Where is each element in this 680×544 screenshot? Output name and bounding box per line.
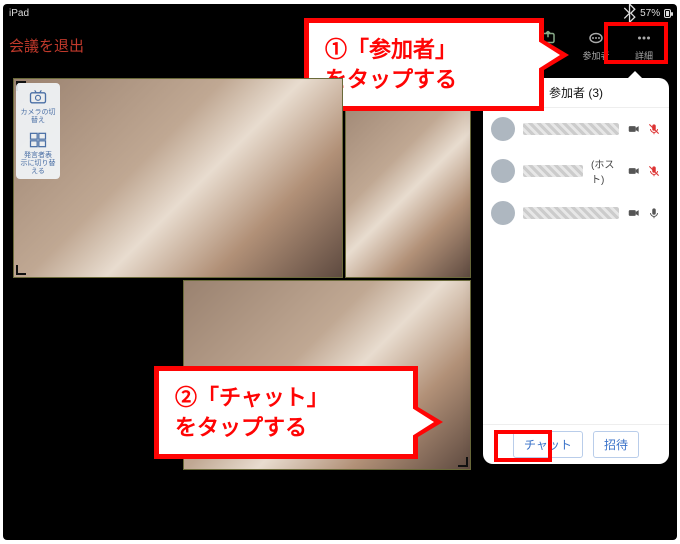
battery-icon	[664, 9, 671, 18]
participants-panel: 参加者 (3) (ホスト)	[483, 78, 669, 464]
battery-pct: 57%	[640, 8, 660, 19]
video-side-controls: カメラの切替え 発言者表 示に切り替える	[16, 83, 60, 179]
participants-icon	[586, 29, 606, 47]
bluetooth-icon	[623, 4, 636, 22]
mic-on-icon	[647, 206, 661, 220]
callout-2-line-1: ②「チャット」	[175, 383, 397, 413]
video-tile-main[interactable]: カメラの切替え 発言者表 示に切り替える	[13, 78, 343, 278]
participant-name-redacted	[523, 207, 619, 219]
callout-1-line-1: ①「参加者」	[325, 35, 523, 65]
ipad-screen: iPad 57% 会議を退出 共有 参加者	[3, 4, 677, 540]
annotated-screenshot: iPad 57% 会議を退出 共有 参加者	[0, 0, 680, 544]
host-tag: (ホスト)	[591, 156, 619, 186]
switch-camera-button[interactable]: カメラの切替え	[18, 87, 58, 124]
speaker-view-icon	[28, 130, 48, 150]
speaker-view-label: 発言者表 示に切り替える	[18, 152, 58, 175]
annotation-callout-2: ②「チャット」 をタップする	[154, 366, 418, 459]
switch-camera-label: カメラの切替え	[18, 109, 58, 124]
participant-name-redacted	[523, 165, 583, 177]
participants-list: (ホスト)	[483, 108, 669, 424]
switch-camera-icon	[28, 87, 48, 107]
avatar	[491, 159, 515, 183]
focus-bracket	[16, 265, 26, 275]
participant-name-redacted	[523, 123, 619, 135]
participant-row[interactable]	[483, 192, 669, 234]
participant-row[interactable]: (ホスト)	[483, 150, 669, 192]
mic-muted-icon	[647, 122, 661, 136]
annotation-highlight-chat	[494, 430, 552, 462]
status-right: 57%	[623, 4, 671, 22]
focus-bracket	[458, 457, 468, 467]
camera-on-icon	[627, 122, 641, 136]
callout-1-line-2: をタップする	[325, 65, 523, 95]
camera-on-icon	[627, 164, 641, 178]
status-device: iPad	[9, 8, 29, 19]
participant-row[interactable]	[483, 108, 669, 150]
avatar	[491, 117, 515, 141]
leave-meeting-button[interactable]: 会議を退出	[9, 35, 84, 56]
avatar	[491, 201, 515, 225]
annotation-highlight-participants	[604, 22, 668, 64]
callout-2-line-2: をタップする	[175, 413, 397, 443]
camera-on-icon	[627, 206, 641, 220]
invite-button[interactable]: 招待	[593, 431, 639, 458]
speaker-view-button[interactable]: 発言者表 示に切り替える	[18, 130, 58, 175]
mic-muted-icon	[647, 164, 661, 178]
